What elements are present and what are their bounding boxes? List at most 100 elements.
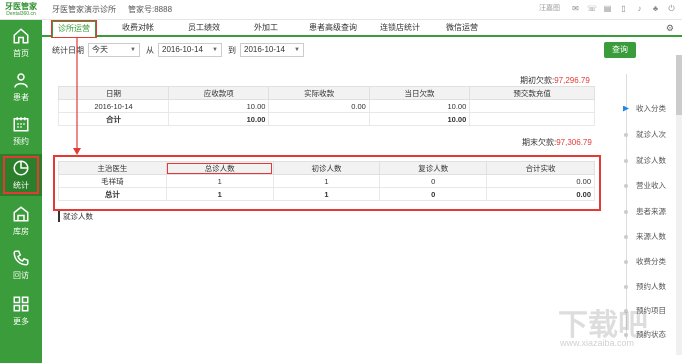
rail-item-visitors[interactable]: 就诊人数 [623,155,666,166]
highlight-box [51,20,97,38]
sidebar-item-label: 首页 [13,49,29,58]
from-date-value: 2016-10-14 [162,45,203,54]
clinic-name: 牙医管家演示诊所 [52,5,116,14]
closing-debt-value: 97,306.79 [556,138,592,147]
account-number: 管家号:8888 [128,5,173,14]
col-header: 合计实收 [486,161,595,175]
tab-wechat[interactable]: 微信运营 [438,21,486,35]
closing-debt: 期末欠款:97,306.79 [522,137,592,148]
cell: 10.00 [167,99,270,113]
rail-label: 就诊人次 [636,130,666,139]
rail-label: 患者来源 [636,207,666,216]
dot-icon [624,259,628,264]
chevron-down-icon: ▼ [212,47,218,53]
rail-item-fee-category[interactable]: 收费分类 [623,256,666,267]
cell: 10.00 [368,112,471,126]
sidebar-item-followup[interactable]: 回访 [0,244,42,286]
col-header: 复诊人数 [379,161,488,175]
mobile-icon[interactable]: ▯ [619,4,628,13]
doctor-table: 主治医生 总诊人数 初诊人数 复诊人数 合计实收 毛祥琦 1 1 0 0.00 … [58,161,595,201]
rail-label: 收费分类 [636,257,666,266]
tab-label: 收费对帐 [122,23,154,32]
arrow-marker-icon [623,105,629,112]
tab-label: 微信运营 [446,23,478,32]
person-icon [14,73,28,88]
top-actions: 汪嘉图 ✉ ☏ ▤ ▯ ♪ ♣ ⏻ [539,3,676,13]
sidebar-item-more[interactable]: 更多 [0,290,42,332]
sidebar-item-statistics[interactable]: 统计 [0,154,42,196]
period-value: 今天 [92,45,108,54]
rail-item-revenue[interactable]: 营业收入 [623,180,666,191]
shirt-icon[interactable]: ♣ [651,4,660,13]
cell: 毛祥琦 [58,174,167,188]
phone-small-icon[interactable]: ☏ [587,4,597,13]
sidebar-item-warehouse[interactable]: 库房 [0,200,42,242]
tab-chain-stats[interactable]: 连锁店统计 [372,21,428,35]
sidebar-item-appointments[interactable]: 预约 [0,110,42,152]
cell: 1 [272,174,381,188]
power-icon[interactable]: ⏻ [667,4,676,13]
period-select[interactable]: 今天 ▼ [88,43,140,57]
col-header: 实际收款 [268,86,370,100]
rail-label: 就诊人数 [636,156,666,165]
rail-item-patient-source[interactable]: 患者来源 [623,206,666,217]
to-date-select[interactable]: 2016-10-14 ▼ [240,43,304,57]
message-icon[interactable]: ✉ [571,4,580,13]
bell-icon[interactable]: ♪ [635,4,644,13]
summary-table: 日期 应收款项 实际收款 当日欠款 预交款充值 2016-10-14 10.00… [58,86,595,126]
logo-subtext: Dental360.cn [6,11,36,17]
tab-outsourcing[interactable]: 外加工 [246,21,286,35]
to-date-value: 2016-10-14 [244,45,285,54]
logo-text: 牙医管家 [5,2,37,11]
tab-patient-query[interactable]: 患者高级查询 [300,21,366,35]
from-date-select[interactable]: 2016-10-14 ▼ [158,43,222,57]
tab-clinic-operations[interactable]: 诊所运营 [51,20,97,38]
cell: 0.00 [486,187,595,201]
opening-debt: 期初欠款:97,296.79 [520,75,590,86]
dot-icon [624,234,628,239]
tab-label: 员工绩效 [188,23,220,32]
cell: 1 [272,187,381,201]
dot-icon [624,132,628,137]
sidebar-item-label: 预约 [13,137,29,146]
rail-item-visit-count[interactable]: 就诊人次 [623,129,666,140]
rail-item-source-count[interactable]: 来源人数 [623,231,666,242]
rail-label: 来源人数 [636,232,666,241]
app-logo: 牙医管家 Dental360.cn [0,0,42,20]
col-header: 总诊人数 [165,161,274,175]
rail-label: 营业收入 [636,181,666,190]
tab-billing[interactable]: 收费对帐 [114,21,162,35]
rail-item-appointment-count[interactable]: 预约人数 [623,281,666,292]
sidebar: 牙医管家 Dental360.cn 首页 患者 预约 统计 库房 回访 更多 [0,0,42,363]
sidebar-item-label: 更多 [13,317,29,326]
rail-label: 预约人数 [636,282,666,291]
cell: 2016-10-14 [58,99,169,113]
table-total-row: 总计 1 1 0 0.00 [58,187,595,201]
gear-icon[interactable]: ⚙ [666,23,674,34]
tab-label: 外加工 [254,23,278,32]
cell [469,112,595,126]
table-total-row: 合计 10.00 10.00 [58,112,595,126]
sidebar-item-patients[interactable]: 患者 [0,66,42,108]
sidebar-item-label: 患者 [13,93,29,102]
highlight-box [3,156,39,194]
dot-icon [624,183,628,188]
home-icon [13,28,29,44]
tab-label: 连锁店统计 [380,23,420,32]
scrollbar[interactable] [676,55,682,355]
scrollbar-thumb[interactable] [676,55,682,115]
cell: 1 [165,174,274,188]
cell: 1 [165,187,274,201]
rail-item-income-category[interactable]: 收入分类 [623,103,666,114]
dot-icon [624,284,628,289]
user-name[interactable]: 汪嘉图 [539,3,560,13]
query-button[interactable]: 查询 [604,42,636,58]
table-row: 2016-10-14 10.00 0.00 10.00 [58,99,595,113]
tab-staff-performance[interactable]: 员工绩效 [180,21,228,35]
to-label: 到 [228,45,236,55]
grid-icon [13,296,29,312]
sidebar-item-home[interactable]: 首页 [0,22,42,64]
col-header: 主治医生 [58,161,167,175]
closing-debt-label: 期末欠款: [522,138,557,147]
notes-icon[interactable]: ▤ [603,4,612,13]
